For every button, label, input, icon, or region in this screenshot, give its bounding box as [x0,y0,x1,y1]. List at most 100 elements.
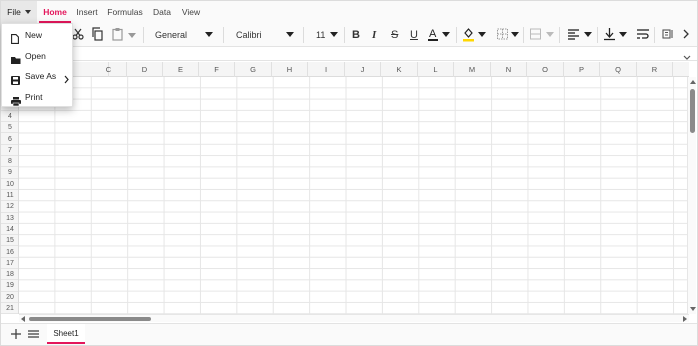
column-header[interactable]: K [381,62,418,77]
column-header[interactable]: G [235,62,272,77]
ribbon-divider [597,27,598,43]
paste-icon[interactable] [112,27,123,43]
formula-bar[interactable] [1,47,697,61]
font-color-caret[interactable] [442,32,450,37]
row-header[interactable]: 18 [1,269,18,281]
borders-icon[interactable] [497,27,508,43]
sheet-list-icon[interactable] [28,328,39,343]
cell-grid[interactable] [19,77,689,314]
column-header[interactable]: M [454,62,491,77]
ribbon-divider [559,27,560,43]
column-header[interactable]: N [491,62,527,77]
tab-formulas[interactable]: Formulas [105,1,145,23]
chevron-right-icon[interactable] [682,27,690,43]
horizontal-scrollbar[interactable] [19,314,689,322]
row-header[interactable]: 6 [1,134,18,145]
font-color-icon[interactable]: A [428,27,438,43]
ribbon-divider [456,27,457,43]
sheet-tab[interactable]: Sheet1 [47,324,85,344]
ribbon-toolbar: General Calibri 11 B I S U A [1,23,697,47]
file-menu-item-open[interactable]: Open [2,46,74,66]
column-header[interactable]: P [564,62,600,77]
file-menu-item-save-as[interactable]: Save As [2,66,74,86]
ribbon-divider [223,27,224,43]
column-header[interactable]: R [637,62,673,77]
row-header[interactable]: 7 [1,145,18,157]
row-header[interactable]: 5 [1,122,18,134]
file-menu-item-print[interactable]: Print [2,87,74,107]
ribbon-divider [344,27,345,43]
ribbon-divider [654,27,655,43]
vertical-scroll-thumb[interactable] [690,89,695,133]
paste-dropdown-caret[interactable] [128,33,136,38]
column-header[interactable]: O [527,62,564,77]
underline-icon[interactable]: U [410,27,418,43]
row-header[interactable]: 16 [1,247,18,258]
column-header[interactable]: Q [600,62,637,77]
more-icon[interactable] [662,27,674,43]
font-name-select[interactable]: Calibri [236,27,262,43]
column-header[interactable]: E [163,62,199,77]
fill-color-icon[interactable] [463,27,474,43]
fill-color-caret[interactable] [478,32,486,37]
vertical-align-icon[interactable] [604,27,615,43]
file-menu-item-new[interactable]: New [2,25,74,45]
row-header[interactable]: 14 [1,224,18,236]
font-name-caret[interactable] [286,32,294,37]
vertical-align-caret[interactable] [619,32,627,37]
ribbon-divider [143,27,144,43]
column-header[interactable]: J [345,62,381,77]
tab-file[interactable]: File [1,1,37,23]
row-header[interactable]: 9 [1,167,18,179]
copy-icon[interactable] [92,27,103,43]
scroll-left-icon[interactable] [21,316,25,322]
scroll-right-icon[interactable] [683,316,687,322]
merge-cells-icon[interactable] [530,27,541,43]
column-header[interactable]: I [308,62,345,77]
tab-view[interactable]: View [178,1,204,23]
font-size-select[interactable]: 11 [316,27,325,43]
row-header[interactable]: 20 [1,292,18,303]
row-header[interactable]: 17 [1,258,18,270]
row-header[interactable]: 10 [1,179,18,190]
number-format-select[interactable]: General [155,27,187,43]
column-header-bar: C D E F G H I J K L M N O P Q R [19,62,689,77]
scroll-up-icon[interactable] [690,80,696,84]
merge-cells-caret[interactable] [546,32,554,37]
row-header[interactable]: 19 [1,280,18,292]
wrap-text-icon[interactable] [637,27,649,43]
column-header[interactable]: D [127,62,163,77]
column-header[interactable]: L [418,62,454,77]
vertical-scrollbar[interactable] [687,77,696,314]
menu-tab-bar: File Home Insert Formulas Data View [1,1,697,23]
row-header[interactable]: 13 [1,213,18,224]
horizontal-scroll-thumb[interactable] [29,317,151,321]
tab-insert[interactable]: Insert [73,1,101,23]
row-header[interactable]: 12 [1,201,18,213]
row-header[interactable]: 11 [1,190,18,202]
add-sheet-icon[interactable] [11,328,21,343]
tab-home[interactable]: Home [39,1,71,23]
borders-caret[interactable] [511,32,519,37]
number-format-caret[interactable] [205,32,213,37]
sheet-tab-bar: Sheet1 [1,323,697,345]
font-size-caret[interactable] [330,32,338,37]
strikethrough-icon[interactable]: S [391,27,398,43]
column-header[interactable]: H [272,62,308,77]
italic-icon[interactable]: I [372,27,376,43]
tab-data[interactable]: Data [149,1,175,23]
row-header[interactable]: 21 [1,303,18,314]
scroll-down-icon[interactable] [690,307,696,311]
ribbon-divider [523,27,524,43]
column-header[interactable]: C [91,62,127,77]
chevron-down-icon [24,10,31,14]
column-header[interactable]: F [199,62,235,77]
horizontal-align-caret[interactable] [584,32,592,37]
file-menu-dropdown: New Open Save As Print [1,23,73,107]
spreadsheet-app: File Home Insert Formulas Data View Gene… [0,0,698,346]
horizontal-align-icon[interactable] [568,27,579,43]
row-header[interactable]: 15 [1,235,18,247]
svg-text:A: A [429,28,437,40]
bold-icon[interactable]: B [352,27,360,43]
row-header[interactable]: 8 [1,156,18,168]
